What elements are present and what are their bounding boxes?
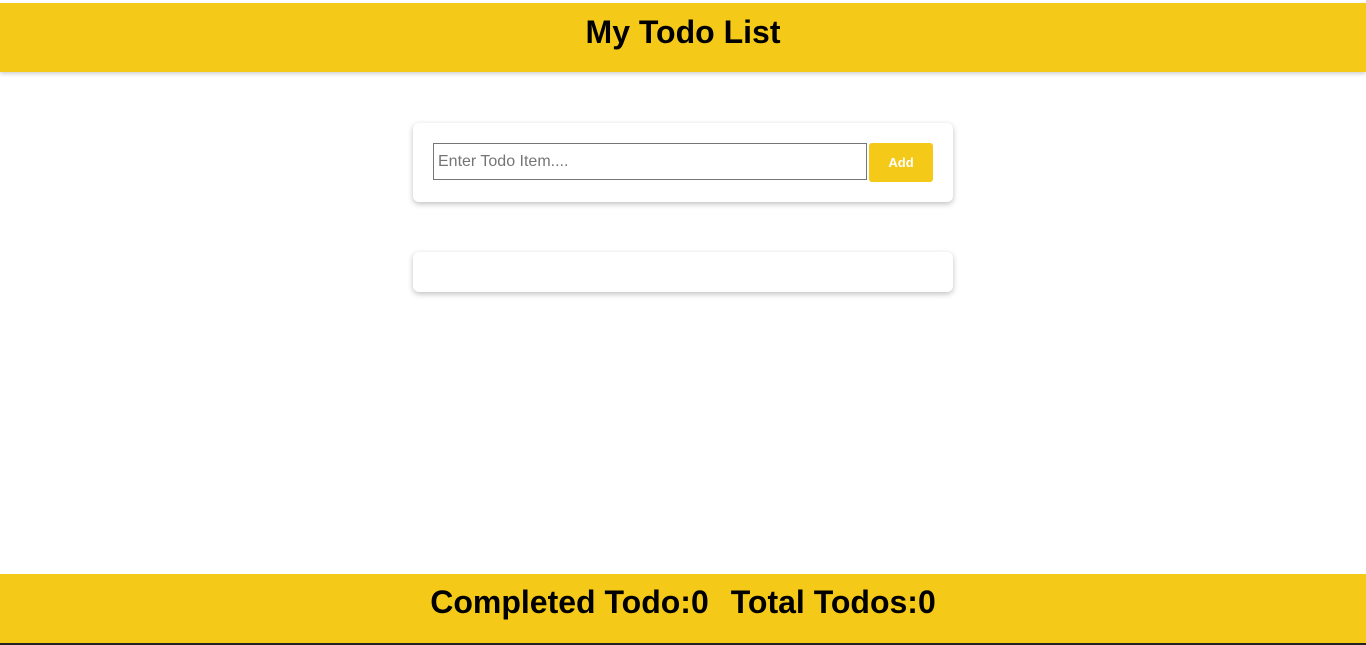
add-button[interactable]: Add [869, 143, 933, 182]
page-title: My Todo List [585, 14, 781, 50]
todo-app: My Todo List Add Completed Todo:0Total T… [0, 0, 1366, 645]
todo-input-card: Add [413, 123, 953, 202]
completed-count: 0 [690, 584, 709, 620]
app-footer: Completed Todo:0 Total Todos:0 [0, 574, 1366, 643]
todo-list [413, 252, 953, 292]
todo-input[interactable] [433, 143, 867, 180]
app-header: My Todo List [0, 3, 1366, 72]
total-label: Total Todos: [730, 584, 918, 620]
completed-label: Completed Todo: [430, 584, 691, 620]
todo-stats: Completed Todo:0 Total Todos:0 [0, 574, 1366, 620]
total-count: 0 [917, 584, 936, 620]
